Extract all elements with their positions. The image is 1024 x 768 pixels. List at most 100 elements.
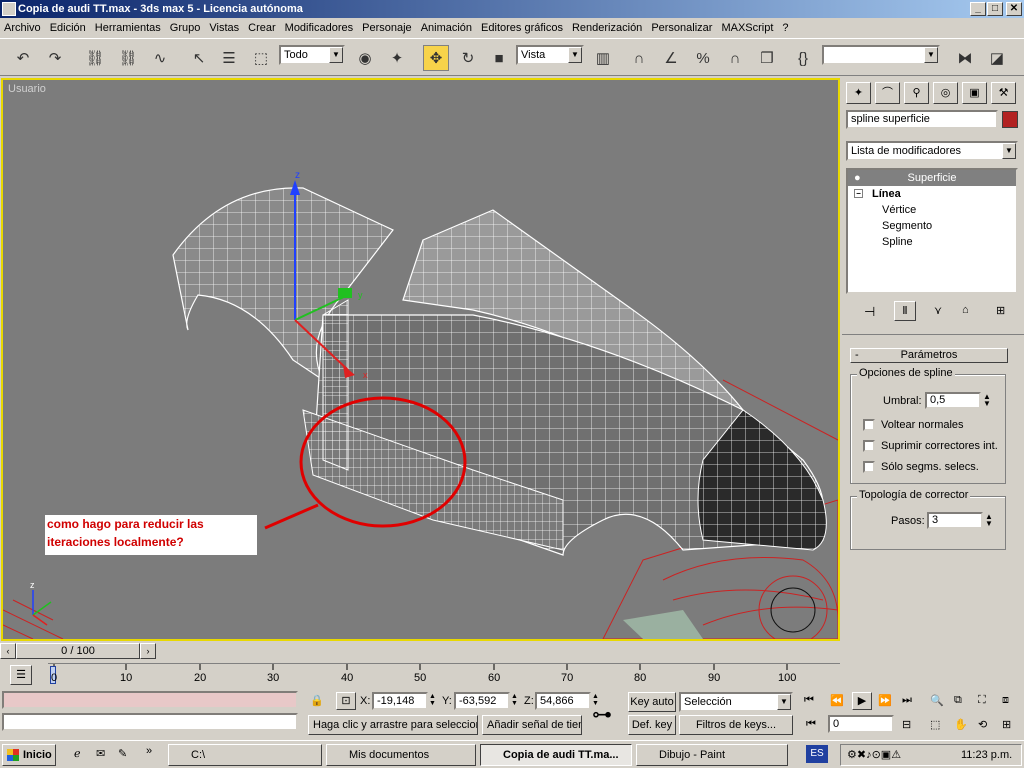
stack-item-surface[interactable]: ● Superficie — [848, 170, 1016, 186]
zoom-extents-icon[interactable]: ⛶ — [978, 694, 986, 707]
menu-personalizar[interactable]: Personalizar — [651, 22, 712, 34]
quicklaunch-icon[interactable]: ✎ — [118, 747, 127, 760]
select-scale-icon[interactable]: ■ — [486, 45, 512, 71]
key-mode-toggle-icon[interactable]: ⏮ — [806, 718, 816, 731]
object-name-field[interactable]: spline superficie — [846, 110, 998, 129]
add-time-tag-button[interactable]: Añadir señal de tiempo — [482, 715, 582, 735]
next-frame-arrow-icon[interactable]: › — [140, 643, 156, 659]
task-my-documents[interactable]: Mis documentos — [326, 744, 476, 766]
select-by-name-icon[interactable]: ☰ — [216, 45, 242, 71]
set-key-button[interactable]: Def. key — [628, 715, 676, 735]
viewport-user[interactable]: Usuario z y x z como hago para reducir l… — [1, 78, 840, 641]
close-button[interactable]: ✕ — [1006, 2, 1022, 16]
create-tab-icon[interactable]: ✦ — [846, 82, 871, 104]
motion-tab-icon[interactable]: ◎ — [933, 82, 958, 104]
maxscript-listener-pink[interactable] — [2, 691, 298, 709]
menu-edicion[interactable]: Edición — [50, 22, 86, 34]
menu-modificadores[interactable]: Modificadores — [285, 22, 353, 34]
snap-3d-icon[interactable]: ∩ — [626, 45, 652, 71]
auto-key-button[interactable]: Key auto — [628, 692, 676, 712]
bind-space-warp-icon[interactable]: ∿ — [147, 45, 173, 71]
z-coordinate-field[interactable]: 54,866 — [535, 692, 591, 710]
angle-snap-icon[interactable]: ∠ — [658, 45, 684, 71]
maximize-viewport-icon[interactable]: ⊞ — [1002, 718, 1011, 731]
unlink-icon[interactable]: ⛓ — [115, 45, 141, 71]
zoom-extents-all-icon[interactable]: ⧈ — [1002, 694, 1009, 707]
key-filters-button[interactable]: Filtros de keys... — [679, 715, 793, 735]
selected-only-checkbox[interactable] — [863, 461, 875, 473]
menu-archivo[interactable]: Archivo — [4, 22, 41, 34]
menu-crear[interactable]: Crear — [248, 22, 276, 34]
spinner-snap-icon[interactable]: ∩ — [722, 45, 748, 71]
arc-rotate-icon[interactable]: ⟲ — [978, 718, 987, 731]
align-icon[interactable]: ◪ — [984, 45, 1010, 71]
x-coordinate-field[interactable]: -19,148 — [372, 692, 428, 710]
menu-grupo[interactable]: Grupo — [170, 22, 201, 34]
menu-renderizacion[interactable]: Renderización — [572, 22, 642, 34]
menu-herramientas[interactable]: Herramientas — [95, 22, 161, 34]
time-config-icon[interactable]: ⊟ — [902, 718, 911, 731]
key-mode-dropdown[interactable]: Selección ▼ — [679, 692, 793, 712]
selection-filter-dropdown[interactable]: Todo ▼ — [279, 45, 345, 65]
app-icon[interactable] — [2, 2, 16, 16]
named-selection-icon[interactable]: {} — [790, 45, 816, 71]
edit-named-selections-icon[interactable]: ❒ — [754, 45, 780, 71]
window-crossing-icon[interactable]: ◉ — [352, 45, 378, 71]
menu-editores-graficos[interactable]: Editores gráficos — [481, 22, 563, 34]
show-end-result-icon[interactable]: Ⅱ — [894, 301, 916, 321]
pivot-center-icon[interactable]: ▥ — [590, 45, 616, 71]
menu-maxscript[interactable]: MAXScript — [721, 22, 773, 34]
goto-end-icon[interactable]: ⏭ — [902, 694, 912, 707]
named-selection-sets-dropdown[interactable]: ▼ — [822, 45, 940, 65]
set-key-icon[interactable]: ⊶ — [592, 702, 612, 727]
display-tab-icon[interactable]: ▣ — [962, 82, 987, 104]
steps-input[interactable]: 3 — [927, 512, 983, 529]
steps-spinner[interactable]: ▲ ▼ — [985, 513, 993, 528]
maximize-button[interactable]: □ — [987, 2, 1003, 16]
remove-interior-checkbox[interactable] — [863, 440, 875, 452]
flip-normals-checkbox[interactable] — [863, 419, 875, 431]
stack-sub-spline[interactable]: Spline — [848, 234, 1016, 250]
menu-vistas[interactable]: Vistas — [209, 22, 239, 34]
x-spinner[interactable]: ▲ ▼ — [429, 693, 436, 707]
modifier-list-dropdown[interactable]: Lista de modificadores ▼ — [846, 141, 1018, 161]
utilities-tab-icon[interactable]: ⚒ — [991, 82, 1016, 104]
quicklaunch-more-icon[interactable]: » — [146, 745, 152, 757]
lock-selection-icon[interactable]: 🔒 — [310, 694, 324, 707]
menu-personaje[interactable]: Personaje — [362, 22, 412, 34]
redo-icon[interactable]: ↷ — [42, 45, 68, 71]
ie-icon[interactable]: ℯ — [74, 747, 81, 760]
task-3dsmax[interactable]: Copia de audi TT.ma... — [480, 744, 632, 766]
percent-snap-icon[interactable]: % — [690, 45, 716, 71]
undo-icon[interactable]: ↶ — [10, 45, 36, 71]
play-icon[interactable]: ▶ — [852, 692, 872, 710]
hierarchy-tab-icon[interactable]: ⚲ — [904, 82, 929, 104]
stack-item-line[interactable]: − Línea — [848, 186, 1016, 202]
stack-sub-segment[interactable]: Segmento — [848, 218, 1016, 234]
minimize-button[interactable]: _ — [970, 2, 986, 16]
y-spinner[interactable]: ▲ ▼ — [511, 693, 518, 707]
remove-modifier-icon[interactable]: ⌂ — [962, 304, 969, 316]
link-icon[interactable]: ⛓ — [82, 45, 108, 71]
absolute-mode-icon[interactable]: ⊡ — [336, 692, 356, 710]
time-slider[interactable]: 0 / 100 — [16, 643, 140, 659]
rollout-parameters-header[interactable]: - Parámetros — [850, 348, 1008, 363]
task-c-drive[interactable]: C:\ — [168, 744, 322, 766]
prev-frame-arrow-icon[interactable]: ‹ — [0, 643, 16, 659]
mirror-icon[interactable]: ⧓ — [952, 45, 978, 71]
menu-help[interactable]: ? — [782, 22, 788, 34]
maxscript-listener-white[interactable] — [2, 713, 298, 731]
object-color-swatch[interactable] — [1002, 111, 1018, 128]
zoom-icon[interactable]: 🔍 — [930, 694, 944, 707]
curve-editor-icon[interactable]: ☰ — [10, 665, 32, 685]
tray-icons[interactable]: ⚙✖♪⊙▣⚠ — [847, 748, 901, 761]
region-zoom-icon[interactable]: ⬚ — [930, 718, 940, 731]
stack-sub-vertex[interactable]: Vértice — [848, 202, 1016, 218]
collapse-icon[interactable]: − — [854, 189, 863, 198]
menu-animacion[interactable]: Animación — [421, 22, 472, 34]
next-key-icon[interactable]: ⏩ — [878, 694, 892, 707]
make-unique-icon[interactable]: ⋎ — [934, 304, 942, 317]
pin-stack-icon[interactable]: ⊣ — [864, 304, 875, 320]
prev-key-icon[interactable]: ⏪ — [830, 694, 844, 707]
language-indicator[interactable]: ES — [806, 745, 828, 763]
